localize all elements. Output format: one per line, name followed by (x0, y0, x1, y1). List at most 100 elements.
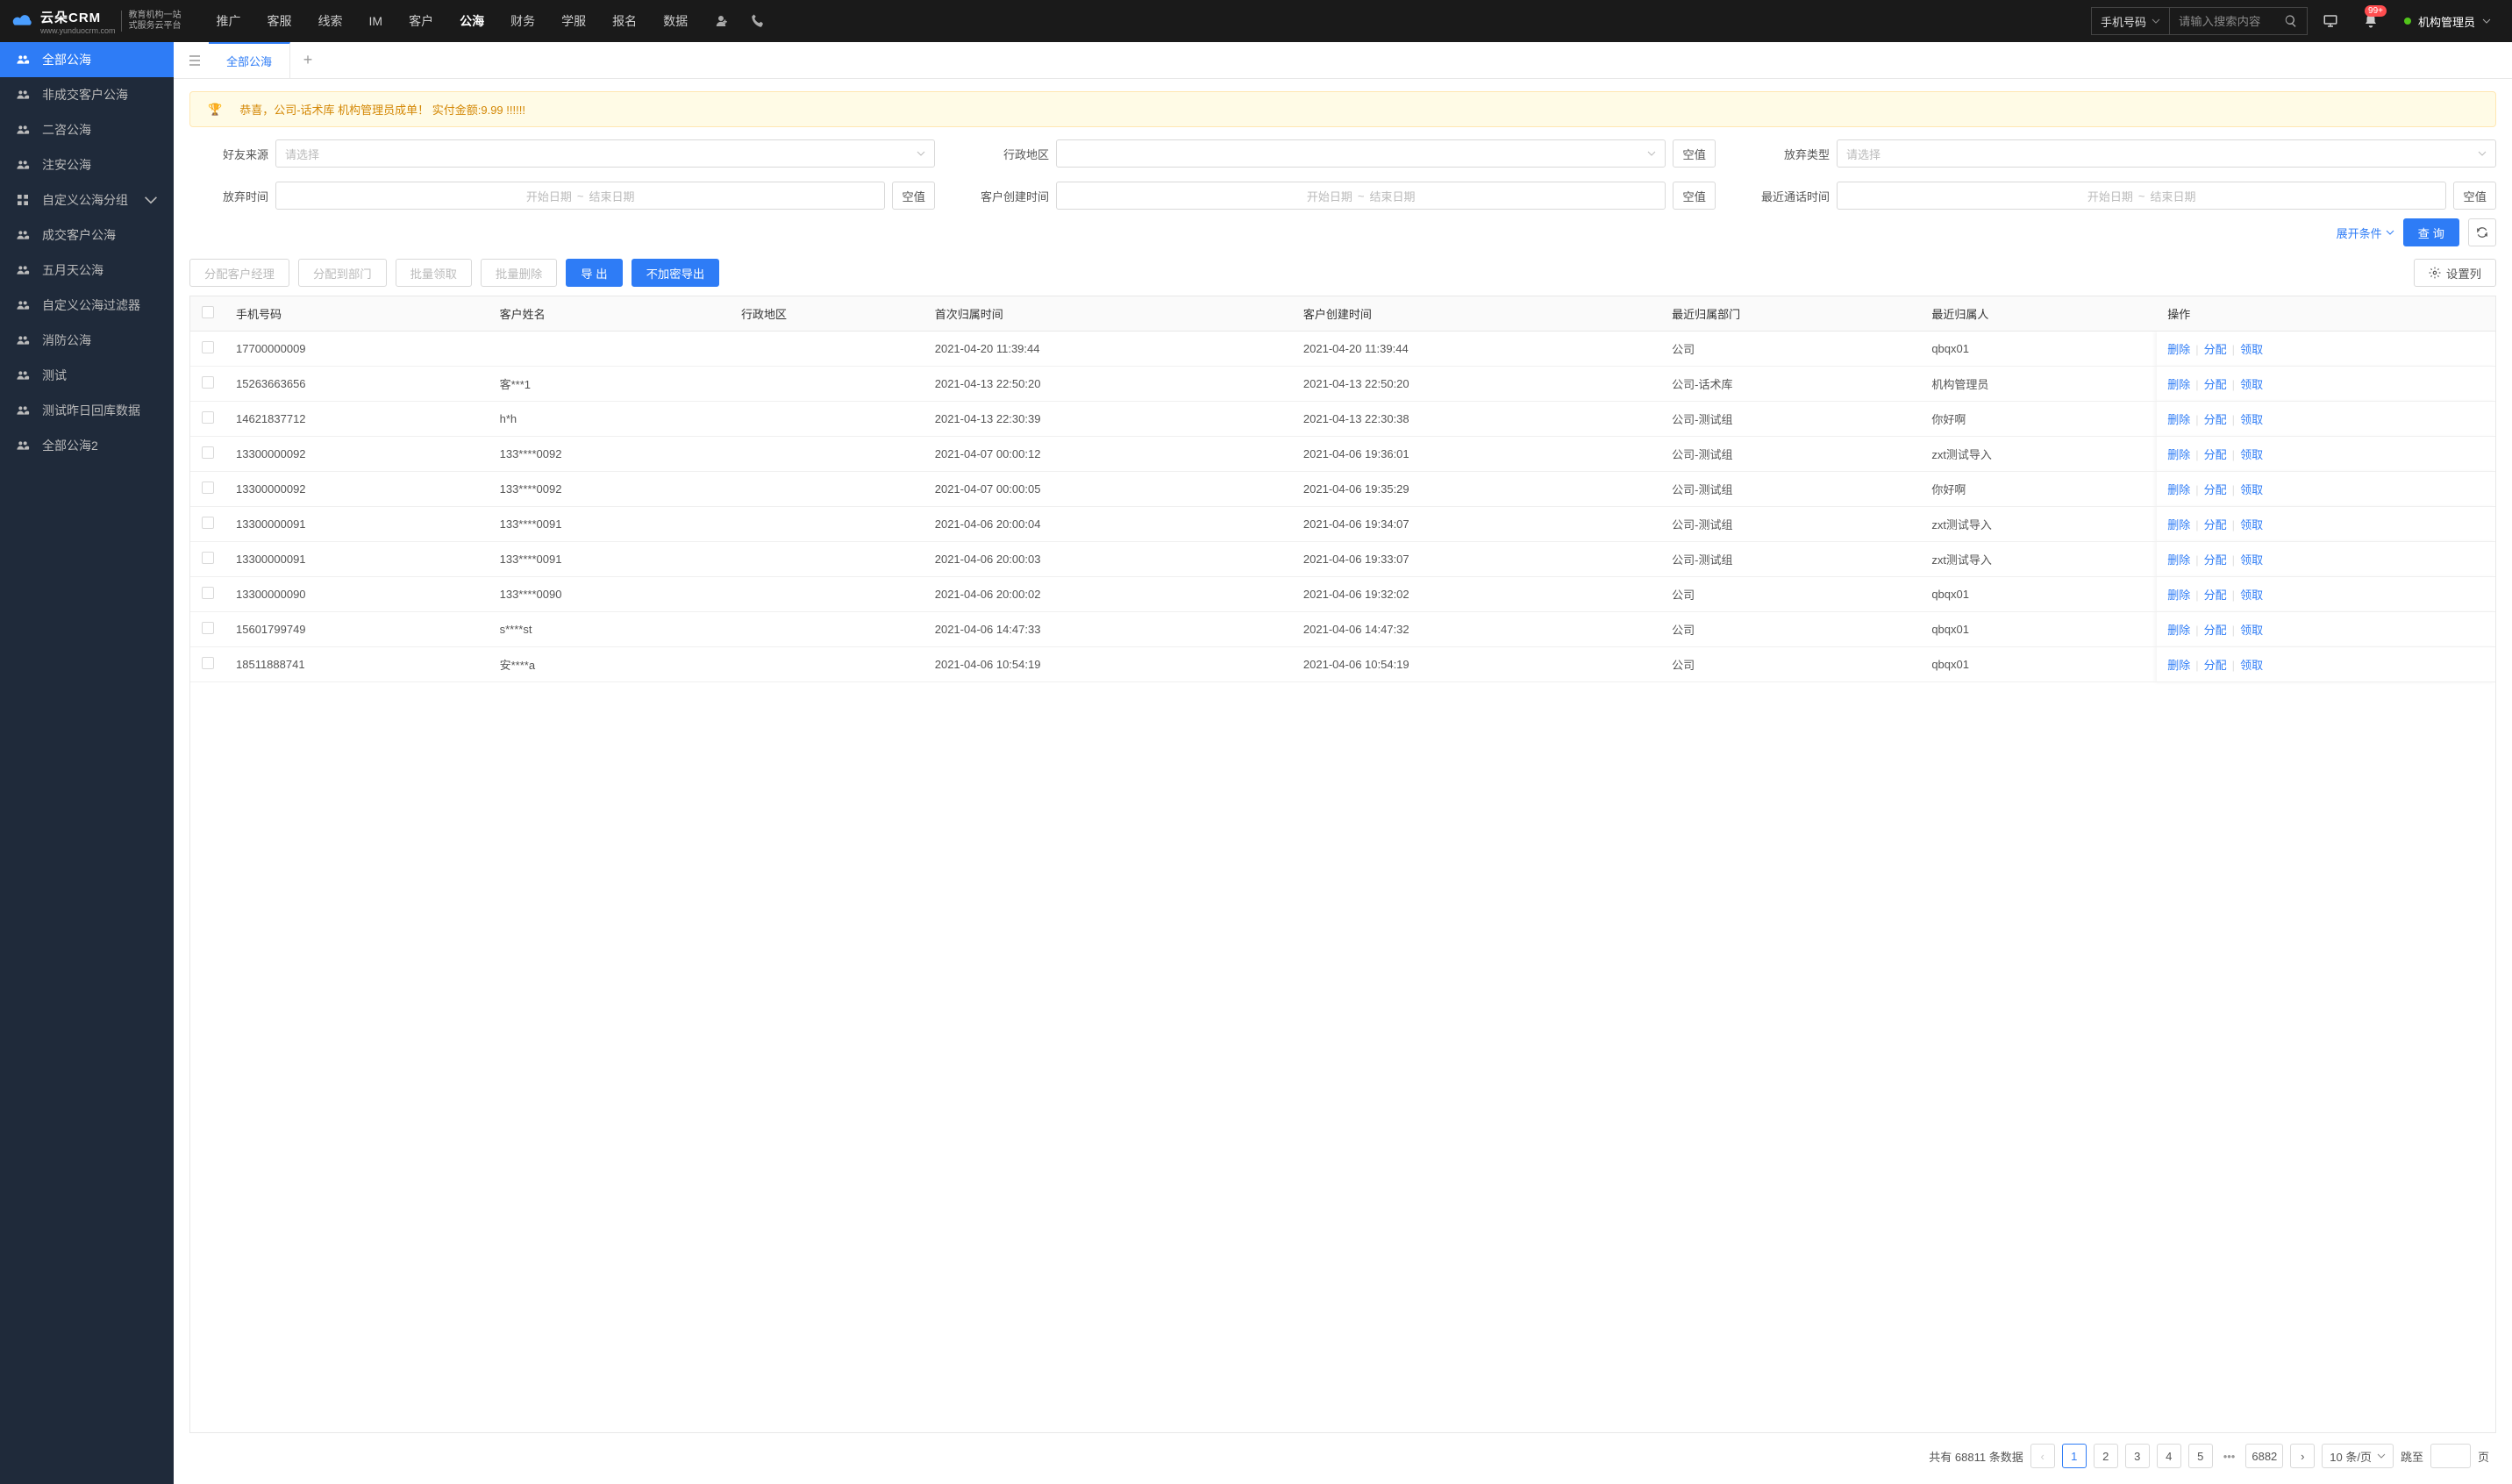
abandon-time-range[interactable]: 开始日期~结束日期 (275, 182, 885, 210)
region-select[interactable] (1056, 139, 1666, 168)
row-checkbox[interactable] (202, 657, 214, 669)
op-claim[interactable]: 领取 (2240, 483, 2263, 496)
refresh-button[interactable] (2468, 218, 2496, 246)
op-claim[interactable]: 领取 (2240, 624, 2263, 637)
page-5[interactable]: 5 (2188, 1444, 2213, 1468)
op-assign[interactable]: 分配 (2204, 413, 2227, 426)
query-button[interactable]: 查 询 (2403, 218, 2459, 246)
search-input[interactable] (2170, 8, 2275, 34)
op-delete[interactable]: 删除 (2167, 589, 2190, 602)
row-checkbox[interactable] (202, 411, 214, 424)
page-2[interactable]: 2 (2094, 1444, 2118, 1468)
op-delete[interactable]: 删除 (2167, 518, 2190, 532)
row-checkbox[interactable] (202, 376, 214, 389)
nav-item-0[interactable]: 推广 (204, 0, 253, 42)
prev-page-button[interactable]: ‹ (2030, 1444, 2055, 1468)
op-assign[interactable]: 分配 (2204, 448, 2227, 461)
page-3[interactable]: 3 (2125, 1444, 2150, 1468)
row-checkbox[interactable] (202, 446, 214, 459)
batch-claim-button[interactable]: 批量领取 (396, 259, 472, 287)
nav-item-5[interactable]: 公海 (447, 0, 496, 42)
sidebar-item-9[interactable]: 测试 (0, 358, 174, 393)
op-claim[interactable]: 领取 (2240, 343, 2263, 356)
sidebar-item-1[interactable]: 非成交客户公海 (0, 77, 174, 112)
batch-delete-button[interactable]: 批量删除 (481, 259, 557, 287)
region-null-button[interactable]: 空值 (1673, 139, 1716, 168)
op-delete[interactable]: 删除 (2167, 659, 2190, 672)
sidebar-item-4[interactable]: 自定义公海分组 (0, 182, 174, 218)
nav-item-7[interactable]: 学服 (549, 0, 598, 42)
op-claim[interactable]: 领取 (2240, 413, 2263, 426)
op-delete[interactable]: 删除 (2167, 483, 2190, 496)
search-type-select[interactable]: 手机号码 (2092, 8, 2170, 34)
op-claim[interactable]: 领取 (2240, 448, 2263, 461)
op-claim[interactable]: 领取 (2240, 659, 2263, 672)
monitor-icon[interactable] (2313, 0, 2348, 42)
op-claim[interactable]: 领取 (2240, 378, 2263, 391)
op-delete[interactable]: 删除 (2167, 413, 2190, 426)
op-claim[interactable]: 领取 (2240, 553, 2263, 567)
nav-item-2[interactable]: 线索 (306, 0, 355, 42)
next-page-button[interactable]: › (2290, 1444, 2315, 1468)
abandon-type-select[interactable]: 请选择 (1837, 139, 2496, 168)
assign-dept-button[interactable]: 分配到部门 (298, 259, 387, 287)
nav-item-9[interactable]: 数据 (651, 0, 700, 42)
nav-item-4[interactable]: 客户 (396, 0, 446, 42)
abandon-time-null-button[interactable]: 空值 (892, 182, 935, 210)
op-assign[interactable]: 分配 (2204, 378, 2227, 391)
sidebar-item-0[interactable]: 全部公海 (0, 42, 174, 77)
nav-item-3[interactable]: IM (357, 0, 396, 42)
export-unencrypted-button[interactable]: 不加密导出 (632, 259, 720, 287)
op-delete[interactable]: 删除 (2167, 378, 2190, 391)
op-delete[interactable]: 删除 (2167, 343, 2190, 356)
phone-icon[interactable] (742, 0, 774, 42)
sidebar-item-3[interactable]: 注安公海 (0, 147, 174, 182)
create-time-null-button[interactable]: 空值 (1673, 182, 1716, 210)
search-button[interactable] (2275, 8, 2307, 34)
row-checkbox[interactable] (202, 517, 214, 529)
row-checkbox[interactable] (202, 552, 214, 564)
sidebar-item-7[interactable]: 自定义公海过滤器 (0, 288, 174, 323)
last-call-null-button[interactable]: 空值 (2453, 182, 2496, 210)
page-1[interactable]: 1 (2062, 1444, 2087, 1468)
op-assign[interactable]: 分配 (2204, 553, 2227, 567)
row-checkbox[interactable] (202, 622, 214, 634)
friend-source-select[interactable]: 请选择 (275, 139, 935, 168)
nav-item-8[interactable]: 报名 (600, 0, 649, 42)
op-delete[interactable]: 删除 (2167, 448, 2190, 461)
notifications-icon[interactable]: 99+ (2353, 0, 2388, 42)
op-claim[interactable]: 领取 (2240, 589, 2263, 602)
collapse-sidebar-icon[interactable] (181, 46, 209, 75)
row-checkbox[interactable] (202, 341, 214, 353)
sidebar-item-5[interactable]: 成交客户公海 (0, 218, 174, 253)
sidebar-item-2[interactable]: 二咨公海 (0, 112, 174, 147)
expand-filters-link[interactable]: 展开条件 (2337, 225, 2394, 241)
sidebar-item-6[interactable]: 五月天公海 (0, 253, 174, 288)
page-size-select[interactable]: 10 条/页 (2322, 1444, 2394, 1468)
op-assign[interactable]: 分配 (2204, 624, 2227, 637)
add-user-icon[interactable] (705, 0, 737, 42)
sidebar-item-8[interactable]: 消防公海 (0, 323, 174, 358)
sidebar-item-11[interactable]: 全部公海2 (0, 428, 174, 463)
last-call-range[interactable]: 开始日期~结束日期 (1837, 182, 2446, 210)
op-assign[interactable]: 分配 (2204, 343, 2227, 356)
nav-item-1[interactable]: 客服 (255, 0, 304, 42)
page-4[interactable]: 4 (2157, 1444, 2181, 1468)
last-page-button[interactable]: 6882 (2245, 1444, 2283, 1468)
nav-item-6[interactable]: 财务 (498, 0, 547, 42)
export-button[interactable]: 导 出 (566, 259, 622, 287)
tab-all-public[interactable]: 全部公海 (209, 42, 290, 79)
op-assign[interactable]: 分配 (2204, 518, 2227, 532)
add-tab-button[interactable]: + (290, 42, 325, 79)
op-delete[interactable]: 删除 (2167, 553, 2190, 567)
op-assign[interactable]: 分配 (2204, 483, 2227, 496)
op-delete[interactable]: 删除 (2167, 624, 2190, 637)
create-time-range[interactable]: 开始日期~结束日期 (1056, 182, 1666, 210)
sidebar-item-10[interactable]: 测试昨日回库数据 (0, 393, 174, 428)
op-claim[interactable]: 领取 (2240, 518, 2263, 532)
op-assign[interactable]: 分配 (2204, 659, 2227, 672)
select-all-checkbox[interactable] (202, 306, 214, 318)
row-checkbox[interactable] (202, 587, 214, 599)
user-menu[interactable]: 机构管理员 (2394, 13, 2501, 30)
op-assign[interactable]: 分配 (2204, 589, 2227, 602)
